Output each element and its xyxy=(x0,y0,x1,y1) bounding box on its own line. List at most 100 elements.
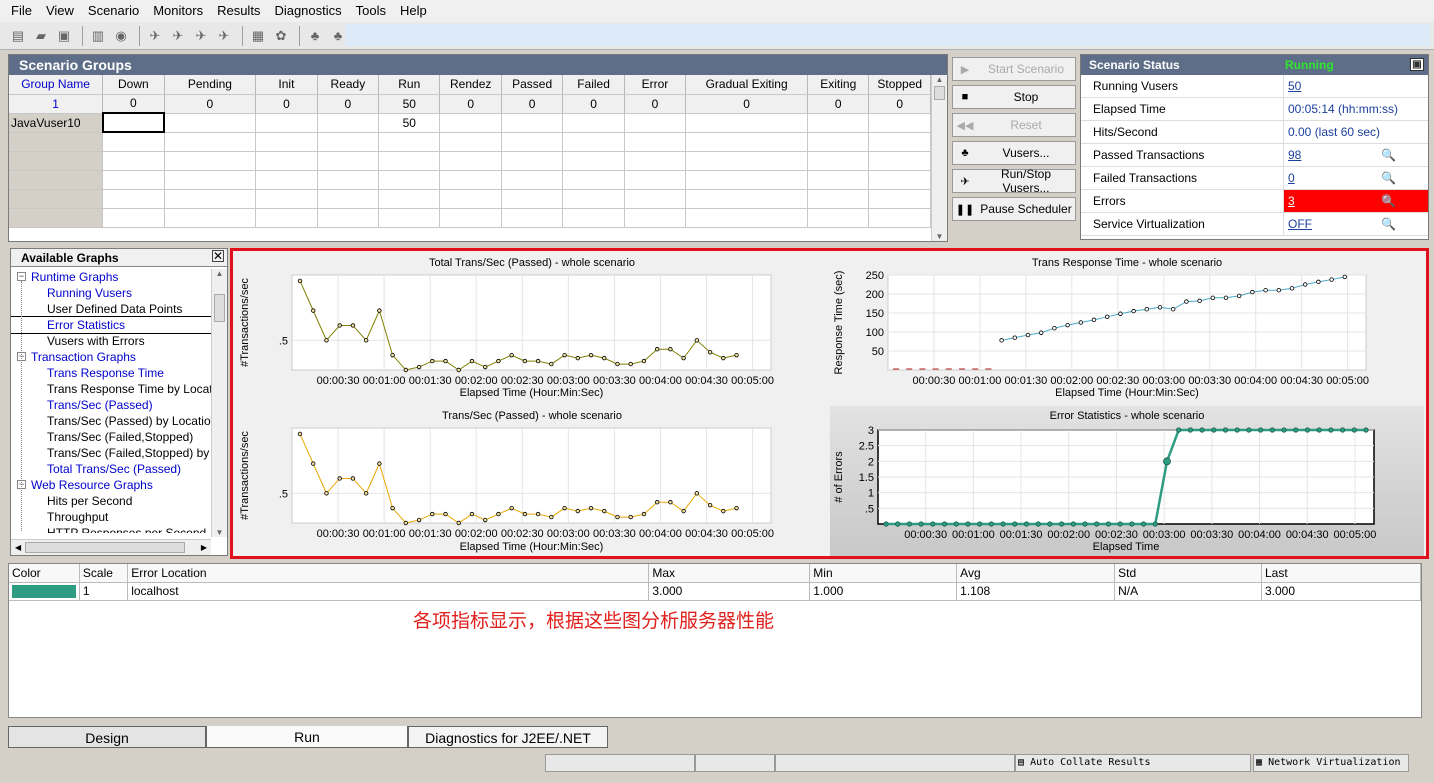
grid-cell[interactable] xyxy=(501,113,564,133)
grid-cell[interactable] xyxy=(102,208,165,228)
grid-cell[interactable] xyxy=(164,189,257,209)
grid-cell[interactable] xyxy=(102,151,165,171)
grid-cell[interactable] xyxy=(562,132,625,152)
tree-item[interactable]: Total Trans/Sec (Passed) xyxy=(11,461,227,477)
grid-cell[interactable] xyxy=(378,189,441,209)
tree-hscrollbar[interactable]: ◀ ▶ xyxy=(11,539,211,555)
collapse-icon[interactable]: − xyxy=(17,272,26,281)
monitor-icon[interactable]: ▦ xyxy=(248,26,268,46)
grid-cell[interactable] xyxy=(562,208,625,228)
grid-cell[interactable]: Error xyxy=(624,75,687,95)
gradual-icon[interactable]: ✈ xyxy=(191,26,211,46)
graph-total-trans-sec[interactable]: Total Trans/Sec (Passed) - whole scenari… xyxy=(236,253,828,402)
grid-cell[interactable] xyxy=(378,151,441,171)
grid-cell[interactable]: Init xyxy=(255,75,318,95)
grid-cell[interactable] xyxy=(685,170,809,190)
grid-cell[interactable]: 0 xyxy=(685,94,809,114)
grid-cell[interactable] xyxy=(439,170,502,190)
grid-cell[interactable] xyxy=(439,132,502,152)
menu-scenario[interactable]: Scenario xyxy=(81,0,146,22)
tab-design[interactable]: Design xyxy=(8,726,206,748)
groups-scrollbar[interactable]: ▲ ▼ xyxy=(931,75,947,241)
grid-cell[interactable] xyxy=(501,151,564,171)
grid-cell[interactable] xyxy=(562,189,625,209)
grid-cell[interactable] xyxy=(501,189,564,209)
grid-cell[interactable] xyxy=(102,170,165,190)
vusers-button[interactable]: ♣ Vusers... xyxy=(952,141,1076,165)
analysis-icon[interactable]: ▥ xyxy=(88,26,108,46)
grid-cell[interactable] xyxy=(317,113,380,133)
grid-cell[interactable] xyxy=(624,151,687,171)
status-value[interactable]: 98 xyxy=(1284,144,1428,166)
grid-cell[interactable] xyxy=(164,113,257,133)
tree-category[interactable]: Transaction Graphs xyxy=(11,349,227,365)
tree-scrollbar[interactable]: ▲ ▼ xyxy=(211,269,227,537)
graph-trans-sec-passed[interactable]: Trans/Sec (Passed) - whole scenario 00:00… xyxy=(236,406,828,556)
grid-cell[interactable] xyxy=(255,170,318,190)
tree-item[interactable]: Trans Response Time xyxy=(11,365,227,381)
grid-cell[interactable] xyxy=(439,151,502,171)
grid-cell[interactable] xyxy=(255,189,318,209)
grid-cell[interactable] xyxy=(164,132,257,152)
close-icon[interactable]: ✕ xyxy=(212,250,224,262)
grid-cell[interactable] xyxy=(9,132,104,152)
grid-cell[interactable]: 0 xyxy=(102,94,165,114)
grid-cell[interactable]: 50 xyxy=(378,113,441,133)
grid-cell[interactable] xyxy=(501,208,564,228)
legend-header[interactable]: Error Location xyxy=(127,564,650,583)
tree-category[interactable]: Runtime Graphs xyxy=(11,269,227,285)
grid-cell[interactable] xyxy=(562,113,625,133)
grid-cell[interactable] xyxy=(255,132,318,152)
globe-icon[interactable]: ◉ xyxy=(111,26,131,46)
grid-cell[interactable] xyxy=(255,151,318,171)
grid-cell[interactable] xyxy=(685,113,809,133)
magnifier-icon[interactable]: 🔍 xyxy=(1381,171,1396,185)
tree-item[interactable]: Vusers with Errors xyxy=(11,333,227,349)
grid-cell[interactable]: Group Name xyxy=(9,75,104,95)
maximize-icon[interactable]: ▣ xyxy=(1410,58,1424,71)
tree-item[interactable]: Hits per Second xyxy=(11,493,227,509)
grid-cell[interactable]: Down xyxy=(102,75,165,95)
grid-cell[interactable] xyxy=(164,151,257,171)
grid-cell[interactable]: 0 xyxy=(562,94,625,114)
grid-cell[interactable] xyxy=(807,189,870,209)
grid-cell[interactable]: Run xyxy=(378,75,441,95)
magnifier-icon[interactable]: 🔍 xyxy=(1381,148,1396,162)
grid-cell[interactable]: 0 xyxy=(255,94,318,114)
grid-cell[interactable] xyxy=(562,170,625,190)
legend-header[interactable]: Avg xyxy=(956,564,1116,583)
tree-item[interactable]: Running Vusers xyxy=(11,285,227,301)
menu-results[interactable]: Results xyxy=(210,0,267,22)
grid-cell[interactable] xyxy=(685,132,809,152)
grid-cell[interactable] xyxy=(868,170,931,190)
grid-cell[interactable]: 0 xyxy=(807,94,870,114)
grid-cell[interactable] xyxy=(868,189,931,209)
grid-cell[interactable] xyxy=(807,208,870,228)
reset-button[interactable]: ◀◀ Reset xyxy=(952,113,1076,137)
settings-icon[interactable]: ✿ xyxy=(271,26,291,46)
new-scenario-icon[interactable]: ▤ xyxy=(8,26,28,46)
grid-cell[interactable]: 0 xyxy=(317,94,380,114)
run-all-icon[interactable]: ✈ xyxy=(168,26,188,46)
menu-diagnostics[interactable]: Diagnostics xyxy=(267,0,348,22)
grid-cell[interactable]: Pending xyxy=(164,75,257,95)
grid-cell[interactable] xyxy=(255,113,318,133)
legend-header[interactable]: Scale xyxy=(79,564,129,583)
grid-cell[interactable] xyxy=(102,132,165,152)
grid-cell[interactable] xyxy=(685,189,809,209)
grid-cell[interactable] xyxy=(164,208,257,228)
tree-item[interactable]: Trans Response Time by Location xyxy=(11,381,227,397)
grid-cell[interactable]: Gradual Exiting xyxy=(685,75,809,95)
grid-cell[interactable] xyxy=(378,208,441,228)
status-value[interactable]: 50 xyxy=(1284,75,1428,97)
magnifier-icon[interactable]: 🔍 xyxy=(1381,217,1396,231)
grid-cell[interactable] xyxy=(9,170,104,190)
graph-trans-response-time[interactable]: Trans Response Time - whole scenario 00:0… xyxy=(830,253,1424,402)
stop-vusers-icon[interactable]: ✈ xyxy=(214,26,234,46)
grid-cell[interactable] xyxy=(9,189,104,209)
legend-header[interactable]: Max xyxy=(648,564,811,583)
grid-cell[interactable] xyxy=(164,170,257,190)
grid-cell[interactable]: Stopped xyxy=(868,75,931,95)
open-icon[interactable]: ▰ xyxy=(31,26,51,46)
grid-cell[interactable] xyxy=(439,208,502,228)
